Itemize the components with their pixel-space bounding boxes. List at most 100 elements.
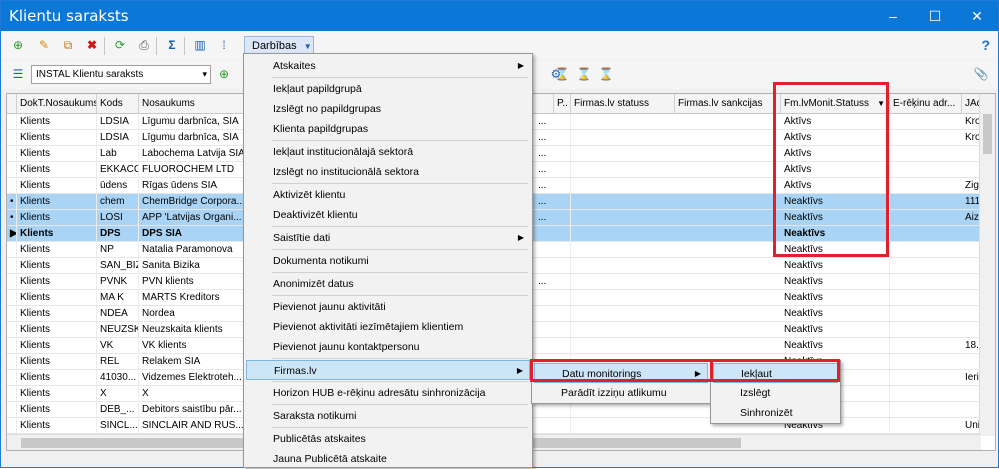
- help-icon[interactable]: ?: [981, 37, 990, 53]
- filter-list-icon[interactable]: ☰: [10, 66, 26, 82]
- menu-item-7[interactable]: Deaktivizēt klientu: [246, 205, 530, 225]
- cell-name: Relakem SIA: [139, 354, 244, 370]
- cell-doc-type: Klients: [17, 386, 97, 402]
- cell-doc-type: Klients: [17, 162, 97, 178]
- menu-item-10[interactable]: Anonimizēt datus: [246, 274, 530, 294]
- cell-monitoring-status: Neaktīvs: [781, 258, 890, 274]
- column-header[interactable]: Firmas.lv statuss: [571, 94, 675, 114]
- delete-icon[interactable]: ✖: [84, 37, 100, 53]
- copy-icon[interactable]: ⧉: [60, 37, 76, 53]
- cell-doc-type: Klients: [17, 402, 97, 418]
- cell-code: Lab: [97, 146, 139, 162]
- maximize-button[interactable]: ☐: [914, 1, 956, 31]
- list-selector[interactable]: INSTAL Klientu saraksts ▾: [31, 65, 211, 84]
- cell-p: [535, 242, 571, 258]
- sum-icon[interactable]: Σ: [164, 37, 180, 53]
- menu-item-firmas-lv[interactable]: Firmas.lv ▶: [246, 360, 530, 380]
- menu-item-1[interactable]: Iekļaut papildgrupā: [246, 79, 530, 99]
- row-indicator: [7, 370, 17, 386]
- cell-p: ...: [535, 114, 571, 130]
- menu-separator: [272, 295, 528, 296]
- cell-monitoring-status: Neaktīvs: [781, 290, 890, 306]
- row-indicator: [7, 386, 17, 402]
- cell-monitoring-status: Neaktīvs: [781, 322, 890, 338]
- filter-remove-icon[interactable]: ⌛: [598, 66, 614, 82]
- add-list-icon[interactable]: ⊕: [216, 66, 232, 82]
- cell-name: Debitors saistību pār...: [139, 402, 244, 418]
- menu-item-6[interactable]: Aktivizēt klientu: [246, 185, 530, 205]
- cell-p: ...: [535, 162, 571, 178]
- cell-p: ...: [535, 178, 571, 194]
- menu-item-12[interactable]: Pievienot aktivitāti iezīmētajiem klient…: [246, 317, 530, 337]
- cell-doc-type: Klients: [17, 242, 97, 258]
- cell-code: NEUZSK: [97, 322, 139, 338]
- menu-item-izslegt[interactable]: Izslēgt: [713, 383, 838, 403]
- menu-item-2[interactable]: Izslēgt no papildgrupas: [246, 99, 530, 119]
- new-icon[interactable]: ⊕: [10, 37, 26, 53]
- menu-item-8[interactable]: Saistītie dati ▶: [246, 228, 530, 248]
- menu-item-paradit-izzinu-atlikumu[interactable]: Parādīt izziņu atlikumu: [534, 383, 708, 403]
- columns-icon[interactable]: ▥: [192, 37, 208, 53]
- print-icon[interactable]: ⎙: [136, 37, 152, 53]
- menu-item-3[interactable]: Klienta papildgrupas: [246, 119, 530, 139]
- close-button[interactable]: ✕: [956, 1, 998, 31]
- menu-item-0[interactable]: Atskaites ▶: [246, 56, 530, 76]
- menu-separator: [272, 381, 528, 382]
- cell-name: ChemBridge Corpora...: [139, 194, 244, 210]
- cell-code: PVNK: [97, 274, 139, 290]
- menu-separator: [272, 226, 528, 227]
- menu-separator: [272, 249, 528, 250]
- cell-p: [535, 418, 571, 434]
- chevron-right-icon: ▶: [517, 61, 524, 70]
- tree-icon[interactable]: ⁞: [216, 37, 232, 53]
- cell-doc-type: Klients: [17, 178, 97, 194]
- menu-item-16[interactable]: Saraksta notikumi: [246, 406, 530, 426]
- menu-item-sinhronizet[interactable]: Sinhronizēt: [713, 403, 838, 423]
- row-indicator: [7, 418, 17, 434]
- menu-item-5[interactable]: Izslēgt no institucionālā sektora: [246, 162, 530, 182]
- cell-code: NDEA: [97, 306, 139, 322]
- actions-label: Darbības: [252, 40, 297, 52]
- attachment-icon[interactable]: 📎: [973, 66, 989, 82]
- cell-code: NP: [97, 242, 139, 258]
- cell-code: ūdens: [97, 178, 139, 194]
- menu-item-label: Pievienot aktivitāti iezīmētajiem klient…: [273, 321, 464, 333]
- row-indicator: [7, 338, 17, 354]
- column-header[interactable]: P..: [554, 94, 571, 114]
- menu-item-label: Klienta papildgrupas: [273, 123, 369, 135]
- row-indicator: [7, 130, 17, 146]
- cell-p: [535, 306, 571, 322]
- row-indicator: ▶: [7, 226, 17, 242]
- menu-item-label: Izslēgt no papildgrupas: [273, 103, 381, 115]
- cell-name: Līgumu darbnīca, SIA: [139, 114, 244, 130]
- cell-code: DEB_...: [97, 402, 139, 418]
- menu-separator: [272, 140, 528, 141]
- filter-clear-icon[interactable]: ⌛: [576, 66, 592, 82]
- cell-doc-type: Klients: [17, 322, 97, 338]
- chevron-right-icon: ▶: [516, 366, 523, 375]
- refresh-icon[interactable]: ⟳: [112, 37, 128, 53]
- menu-item-4[interactable]: Iekļaut institucionālajā sektorā: [246, 142, 530, 162]
- menu-item-15[interactable]: Horizon HUB e-rēķinu adresātu sinhronizā…: [246, 383, 530, 403]
- column-header[interactable]: Nosaukums: [139, 94, 244, 114]
- column-header[interactable]: DokT.Nosaukums: [17, 94, 97, 114]
- window-title: Klientu saraksts: [9, 7, 129, 25]
- menu-item-17[interactable]: Publicētās atskaites: [246, 429, 530, 449]
- menu-item-13[interactable]: Pievienot jaunu kontaktpersonu: [246, 337, 530, 357]
- cell-doc-type: Klients: [17, 306, 97, 322]
- vertical-scrollbar[interactable]: [979, 94, 995, 436]
- cell-code: LOSI: [97, 210, 139, 226]
- column-header[interactable]: Firmas.lv sankcijas: [675, 94, 781, 114]
- column-header[interactable]: Kods: [97, 94, 139, 114]
- menu-item-18[interactable]: Jauna Publicētā atskaite: [246, 449, 530, 469]
- edit-icon[interactable]: ✎: [36, 37, 52, 53]
- cell-monitoring-status: Neaktīvs: [781, 338, 890, 354]
- menu-item-9[interactable]: Dokumenta notikumi: [246, 251, 530, 271]
- menu-item-11[interactable]: Pievienot jaunu aktivitāti: [246, 297, 530, 317]
- cell-p: [535, 226, 571, 242]
- minimize-button[interactable]: –: [872, 1, 914, 31]
- cell-name: SINCLAIR AND RUS...: [139, 418, 244, 434]
- column-header[interactable]: E-rēķinu adr...: [890, 94, 962, 114]
- scroll-thumb[interactable]: [983, 114, 992, 154]
- filter-hourglass-icon[interactable]: ⌛: [554, 66, 570, 82]
